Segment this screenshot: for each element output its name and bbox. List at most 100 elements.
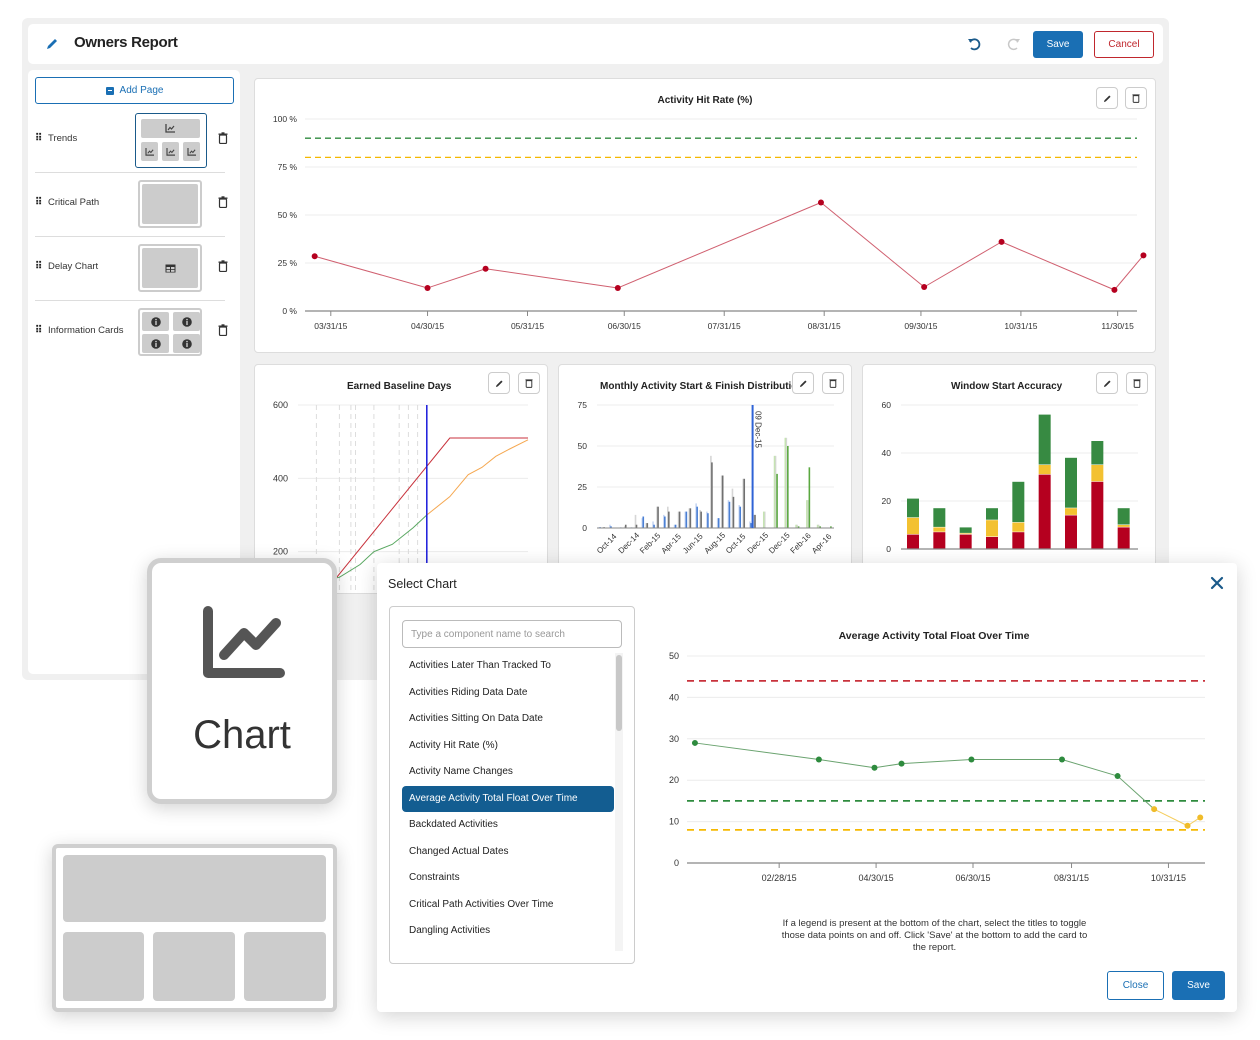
cancel-button[interactable]: Cancel (1094, 31, 1154, 58)
y-tick-label: 25 (578, 482, 588, 492)
chart-list: Activities Later Than Tracked To Activiti… (402, 653, 614, 945)
data-point (898, 760, 905, 767)
x-tick-label: Dec-15 (746, 530, 771, 555)
top-bar: Owners Report Save Cancel (28, 24, 1163, 64)
x-tick-label: Oct-14 (595, 532, 619, 556)
x-tick-label: 08/31/15 (808, 321, 841, 331)
bar-segment-green (1065, 457, 1077, 508)
bar-actual_start (642, 516, 645, 528)
bar-segment-green (959, 527, 972, 533)
bar-actual_start (728, 501, 731, 528)
data-point (968, 756, 975, 763)
bar-segment-green (1091, 441, 1104, 465)
modal-close-button[interactable]: Close (1107, 971, 1164, 1000)
add-page-button[interactable]: Add Page (35, 77, 234, 104)
chart-list-item[interactable]: Activity Name Changes (402, 759, 614, 786)
sidebar-page-critical-path[interactable]: ⠿ Critical Path (35, 172, 228, 237)
y-tick-label: 0 (674, 858, 679, 868)
redo-icon[interactable] (1006, 36, 1022, 52)
layout-template-tile[interactable] (52, 844, 337, 1012)
info-icon (173, 312, 200, 331)
bar-segment-red (907, 534, 919, 549)
chart-list-item[interactable]: Dangling Activities (402, 918, 614, 945)
close-icon[interactable] (1210, 576, 1224, 590)
bar-segment-red (959, 534, 972, 549)
series-segment (1061, 759, 1118, 777)
sidebar-page-delay-chart[interactable]: ⠿ Delay Chart (35, 236, 228, 301)
chart-list-panel: Activities Later Than Tracked ToActiviti… (389, 606, 635, 964)
trash-icon[interactable] (218, 324, 228, 336)
chart-list-item[interactable]: Activities Sitting On Data Date (402, 706, 614, 733)
average-float-preview-chart: 0 10 20 30 40 50 02/28/15 04/30/15 06/30/15 08/31… (669, 651, 1205, 883)
bar-actual_start (717, 518, 720, 528)
x-tick-label: 06/30/15 (955, 873, 990, 883)
page-layout-thumbnail[interactable] (135, 113, 207, 168)
chart-list-item[interactable]: Activities Later Than Tracked To (402, 653, 614, 680)
data-point (1184, 822, 1191, 829)
line-chart-icon (203, 606, 285, 678)
y-tick-label: 100 % (273, 114, 298, 124)
sidebar-page-information-cards[interactable]: ⠿ Information Cards (35, 300, 228, 364)
drag-handle-icon[interactable]: ⠿ (35, 197, 42, 208)
bar-segment-green (986, 508, 998, 520)
series-segment (694, 742, 819, 760)
data-point (424, 284, 431, 291)
chart-component-tile[interactable]: Chart (147, 558, 337, 804)
x-tick-label: Apr-15 (660, 532, 684, 556)
chart-card-activity-hit-rate[interactable]: Activity Hit Rate (%) 0 % 25 % 50 % 75 % 100… (254, 78, 1156, 353)
bar-segment-green (907, 498, 919, 518)
modal-save-button[interactable]: Save (1172, 971, 1225, 1000)
chart-list-item[interactable]: Average Activity Total Float Over Time (402, 785, 614, 812)
page-layout-thumbnail[interactable] (138, 244, 202, 292)
bar-actual_finish (657, 506, 659, 528)
series-segment (901, 759, 972, 765)
chart-list-item[interactable]: Activities Riding Data Date (402, 680, 614, 707)
y-tick-label: 600 (273, 400, 288, 410)
chart-list-item[interactable]: Changed Actual Dates (402, 839, 614, 866)
drag-handle-icon[interactable]: ⠿ (35, 325, 42, 336)
trash-icon[interactable] (218, 260, 228, 272)
y-tick-label: 50 % (278, 210, 298, 220)
chart-tile-label: Chart (193, 713, 291, 757)
chart-icon (141, 142, 158, 161)
page-layout-thumbnail[interactable] (138, 308, 202, 356)
data-point (614, 284, 621, 291)
undo-icon[interactable] (966, 36, 982, 52)
chart-card-monthly-distribution[interactable]: Monthly Activity Start & Finish Distribu… (558, 364, 852, 594)
bar-segment-yellow (986, 520, 998, 537)
pencil-icon (47, 39, 57, 49)
save-button[interactable]: Save (1033, 31, 1083, 58)
sidebar-page-trends[interactable]: ⠿ Trends (35, 108, 228, 173)
series-segment (314, 255, 428, 289)
y-tick-label: 0 % (282, 306, 297, 316)
chart-list-item[interactable]: Backdated Activities (402, 812, 614, 839)
bar-forecast_finish (787, 446, 789, 528)
hit-rate-chart: 0 % 25 % 50 % 75 % 100 % 03/31/15 04/30/15 05/3… (273, 114, 1147, 331)
bar-segment-yellow (1012, 522, 1025, 532)
bar-forecast-planned (806, 500, 808, 528)
x-tick-label: 04/30/15 (411, 321, 444, 331)
bar-segment-red (986, 537, 998, 549)
drag-handle-icon[interactable]: ⠿ (35, 133, 42, 144)
chart-card-window-start-accuracy[interactable]: Window Start Accuracy 0 20 40 60 (862, 364, 1156, 594)
trash-icon[interactable] (218, 196, 228, 208)
component-search-input[interactable] (402, 620, 622, 648)
bar-segment-red (1038, 474, 1051, 549)
chart-list-item[interactable]: Constraints (402, 865, 614, 892)
chart-list-item[interactable]: Critical Path Activities Over Time (402, 892, 614, 919)
scrollbar-thumb[interactable] (616, 655, 622, 731)
chart-list-item[interactable]: Activity Hit Rate (%) (402, 733, 614, 760)
series-segment (485, 268, 618, 289)
trash-icon[interactable] (218, 132, 228, 144)
drag-handle-icon[interactable]: ⠿ (35, 261, 42, 272)
layout-block (153, 932, 235, 1001)
monthly-distribution-chart: 0 25 50 75 09 Dec-15 Oct-14Dec-14Feb-15Apr-15… (578, 400, 834, 556)
page-layout-thumbnail[interactable] (138, 180, 202, 228)
info-icon (142, 312, 169, 331)
series-segment (1114, 254, 1144, 291)
x-tick-label: Feb-16 (789, 531, 814, 556)
y-tick-label: 40 (669, 692, 679, 702)
x-tick-label: Aug-15 (703, 530, 728, 555)
data-point (1111, 286, 1118, 293)
report-title: Owners Report (74, 34, 178, 51)
